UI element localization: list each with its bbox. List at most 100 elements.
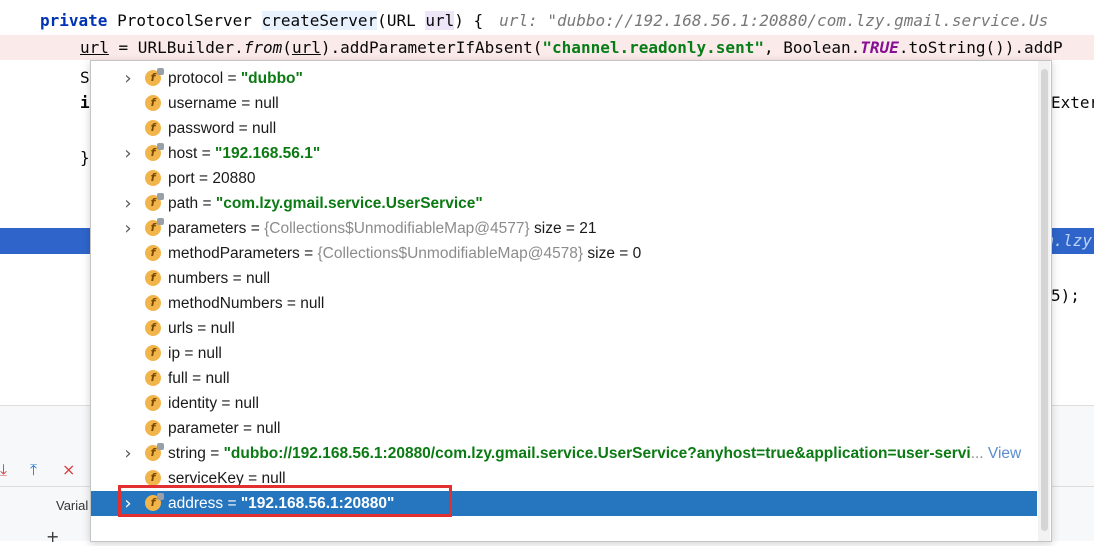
- field-text: address = "192.168.56.1:20880": [168, 491, 394, 516]
- field-icon: f: [145, 443, 164, 461]
- field-row-username[interactable]: f username = null: [91, 91, 1037, 116]
- code-fragment-i: i: [80, 93, 90, 112]
- chevron-right-icon[interactable]: ›: [121, 491, 135, 516]
- field-equals: =: [217, 395, 235, 412]
- view-value-link[interactable]: View: [984, 445, 1021, 462]
- field-name: port: [168, 170, 195, 187]
- popup-scrollbar-thumb[interactable]: [1041, 69, 1048, 531]
- field-equals: =: [198, 195, 216, 212]
- field-icon: f: [145, 245, 161, 261]
- step-into-icon[interactable]: ⤓: [0, 461, 7, 479]
- field-equals: =: [223, 495, 241, 512]
- method-name: createServer: [261, 11, 378, 30]
- field-row-serviceKey[interactable]: f serviceKey = null: [91, 466, 1037, 491]
- field-value: "dubbo://192.168.56.1:20880/com.lzy.gmai…: [223, 445, 971, 462]
- field-row-methodNumbers[interactable]: f methodNumbers = null: [91, 291, 1037, 316]
- field-name: serviceKey: [168, 470, 244, 487]
- field-text: host = "192.168.56.1": [168, 141, 320, 166]
- field-name: ip: [168, 345, 181, 362]
- drop-frame-icon[interactable]: ⨯: [62, 461, 75, 479]
- field-value: {Collections$UnmodifiableMap@4577}: [264, 220, 530, 237]
- field-icon: f: [145, 345, 161, 361]
- field-name: string: [168, 445, 206, 462]
- field-value: null: [256, 420, 281, 437]
- inline-value-hint: url: "dubbo://192.168.56.1:20880/com.lzy…: [499, 11, 1049, 30]
- field-value: null: [245, 270, 271, 287]
- add-watch-icon[interactable]: +: [46, 527, 59, 546]
- field-row-parameter[interactable]: f parameter = null: [91, 416, 1037, 441]
- chevron-right-icon[interactable]: ›: [121, 66, 135, 91]
- field-value: null: [234, 395, 259, 412]
- field-equals: =: [197, 145, 215, 162]
- field-name: path: [168, 195, 199, 212]
- chevron-right-icon[interactable]: ›: [121, 441, 135, 466]
- code-fragment-brace: }: [80, 148, 90, 167]
- field-name: methodNumbers: [168, 295, 283, 312]
- field-row-host[interactable]: › f host = "192.168.56.1": [91, 141, 1037, 166]
- field-equals: =: [192, 320, 211, 337]
- field-value: null: [300, 295, 325, 312]
- string-literal: "channel.readonly.sent": [542, 38, 764, 57]
- field-icon: f: [145, 193, 164, 211]
- editor-gutter: [0, 0, 8, 405]
- field-value: "com.lzy.gmail.service.UserService": [215, 195, 483, 212]
- field-text: urls = null: [168, 316, 235, 341]
- code-line-url-builder[interactable]: url = URLBuilder.from(url).addParameterI…: [0, 35, 1094, 60]
- field-row-address[interactable]: › f address = "192.168.56.1:20880": [91, 491, 1037, 516]
- field-icon: f: [145, 68, 164, 86]
- chevron-right-icon[interactable]: ›: [121, 216, 135, 241]
- field-size: size = 21: [529, 220, 597, 237]
- field-icon: f: [145, 95, 161, 111]
- debugger-value-popup[interactable]: › f protocol = "dubbo" f username = null f pas…: [90, 60, 1052, 542]
- field-equals: =: [246, 220, 265, 237]
- field-name: host: [168, 145, 198, 162]
- field-name: protocol: [168, 70, 224, 87]
- field-row-parameters[interactable]: › f parameters = {Collections$Unmodifiable…: [91, 216, 1037, 241]
- field-value: "192.168.56.1": [214, 145, 321, 162]
- field-row-path[interactable]: › f path = "com.lzy.gmail.service.UserServ…: [91, 191, 1037, 216]
- field-row-password[interactable]: f password = null: [91, 116, 1037, 141]
- return-type: ProtocolServer: [117, 11, 252, 30]
- field-icon: f: [145, 295, 161, 311]
- field-name: full: [168, 370, 188, 387]
- field-icon: f: [145, 143, 164, 161]
- field-text: parameters = {Collections$UnmodifiableMa…: [168, 216, 596, 241]
- param-name: url: [425, 11, 455, 30]
- field-row-identity[interactable]: f identity = null: [91, 391, 1037, 416]
- field-equals: =: [243, 470, 262, 487]
- field-text: password = null: [168, 116, 276, 141]
- field-icon: f: [145, 320, 161, 336]
- field-row-port[interactable]: f port = 20880: [91, 166, 1037, 191]
- chevron-right-icon[interactable]: ›: [121, 141, 135, 166]
- field-icon: f: [145, 420, 161, 436]
- field-equals: =: [205, 445, 224, 462]
- field-row-full[interactable]: f full = null: [91, 366, 1037, 391]
- field-row-ip[interactable]: f ip = null: [91, 341, 1037, 366]
- field-size: size = 0: [583, 245, 642, 262]
- field-row-numbers[interactable]: f numbers = null: [91, 266, 1037, 291]
- field-row-urls[interactable]: f urls = null: [91, 316, 1037, 341]
- arg-url: url: [291, 38, 321, 57]
- code-line-signature[interactable]: private ProtocolServer createServer(URL …: [0, 8, 1094, 33]
- field-equals: =: [223, 70, 241, 87]
- chevron-right-icon[interactable]: ›: [121, 191, 135, 216]
- field-value: "192.168.56.1:20880": [240, 495, 395, 512]
- truncation-ellipsis: ...: [970, 445, 984, 462]
- field-icon: f: [145, 120, 161, 136]
- field-value: null: [261, 470, 286, 487]
- field-equals: =: [234, 120, 253, 137]
- field-equals: =: [187, 370, 206, 387]
- field-row-string[interactable]: › f string = "dubbo://192.168.56.1:20880/c…: [91, 441, 1037, 466]
- field-row-protocol[interactable]: › f protocol = "dubbo": [91, 66, 1037, 91]
- field-text: port = 20880: [168, 166, 256, 191]
- field-text: methodParameters = {Collections$Unmodifi…: [168, 241, 641, 266]
- tab-variables[interactable]: Varial: [56, 498, 88, 513]
- field-equals: =: [180, 345, 198, 362]
- field-value: null: [210, 320, 235, 337]
- field-text: numbers = null: [168, 266, 270, 291]
- field-equals: =: [228, 270, 246, 287]
- field-name: username: [168, 95, 237, 112]
- field-row-methodParameters[interactable]: f methodParameters = {Collections$Unmodif…: [91, 241, 1037, 266]
- step-out-icon[interactable]: ⤒: [30, 461, 37, 479]
- method-from: from: [243, 38, 283, 57]
